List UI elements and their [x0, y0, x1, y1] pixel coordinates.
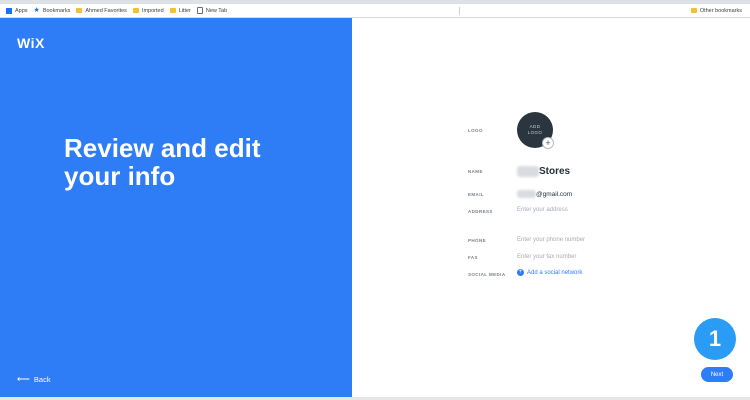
bookmark-apps[interactable]: Apps	[6, 8, 28, 14]
name-label: NAME	[468, 169, 483, 174]
title-line-2: your info	[64, 161, 176, 191]
title-line-1: Review and edit	[64, 133, 261, 163]
name-value: Stores	[539, 166, 571, 177]
bookmark-label: Ahmed Favorites	[85, 7, 127, 14]
apps-icon	[6, 8, 12, 14]
email-value: @gmail.com	[536, 190, 573, 198]
phone-label: PHONE	[468, 238, 487, 243]
page-title: Review and edit your info	[64, 134, 324, 190]
bookmark-other[interactable]: Other bookmarks	[690, 7, 742, 14]
logo-label: LOGO	[468, 128, 483, 133]
arrow-left-icon: ⟵	[17, 374, 30, 384]
folder-icon	[690, 8, 697, 13]
address-input[interactable]: Enter your address	[517, 207, 568, 213]
add-social-network-link[interactable]: + Add a social network	[517, 269, 582, 276]
fax-input[interactable]: Enter your fax number	[517, 254, 576, 260]
bookmark-litter[interactable]: Litter	[169, 7, 191, 14]
redacted-text	[517, 166, 539, 177]
phone-input[interactable]: Enter your phone number	[517, 237, 585, 243]
back-button[interactable]: ⟵ Back	[17, 374, 51, 385]
step-badge: 1	[694, 318, 736, 360]
bookmark-new-tab[interactable]: New Tab	[196, 7, 228, 14]
bookmark-imported[interactable]: Imported	[132, 7, 164, 14]
info-form: LOGO ADD LOGO + NAME Stores EMAIL @gmail…	[352, 18, 750, 400]
wix-logo[interactable]: WiX	[17, 35, 45, 51]
plus-circle-icon: +	[517, 269, 524, 276]
folder-icon	[169, 8, 176, 13]
redacted-text	[517, 190, 536, 198]
bookmark-bookmarks[interactable]: ★ Bookmarks	[33, 6, 71, 14]
back-label: Back	[33, 375, 51, 384]
bookmarks-bar: Apps ★ Bookmarks Ahmed Favorites Importe…	[0, 4, 750, 18]
star-icon: ★	[33, 6, 40, 14]
bookmark-label: Apps	[15, 7, 28, 14]
next-button[interactable]: Next	[701, 367, 733, 382]
bookmark-label: Imported	[141, 7, 164, 14]
bookmark-label: Litter	[178, 7, 191, 14]
plus-icon[interactable]: +	[542, 137, 554, 149]
folder-icon	[132, 8, 139, 13]
folder-icon	[76, 8, 83, 13]
page-icon	[196, 7, 203, 14]
bookmark-label: Other bookmarks	[699, 7, 742, 14]
name-field[interactable]: Stores	[517, 166, 570, 177]
bookmark-label: New Tab	[205, 7, 228, 14]
bookmark-ahmed-favorites[interactable]: Ahmed Favorites	[76, 8, 127, 14]
intro-panel: WiX Review and edit your info ⟵ Back	[0, 18, 352, 400]
social-media-label: SOCIAL MEDIA	[468, 272, 506, 277]
email-field[interactable]: @gmail.com	[517, 190, 572, 198]
social-link-text: Add a social network	[527, 269, 583, 276]
bookmarks-divider	[458, 6, 460, 15]
fax-label: FAX	[468, 255, 478, 260]
email-label: EMAIL	[468, 192, 484, 197]
bookmark-label: Bookmarks	[42, 7, 71, 14]
address-label: ADDRESS	[468, 209, 493, 214]
add-logo-text: ADD LOGO	[527, 124, 543, 135]
